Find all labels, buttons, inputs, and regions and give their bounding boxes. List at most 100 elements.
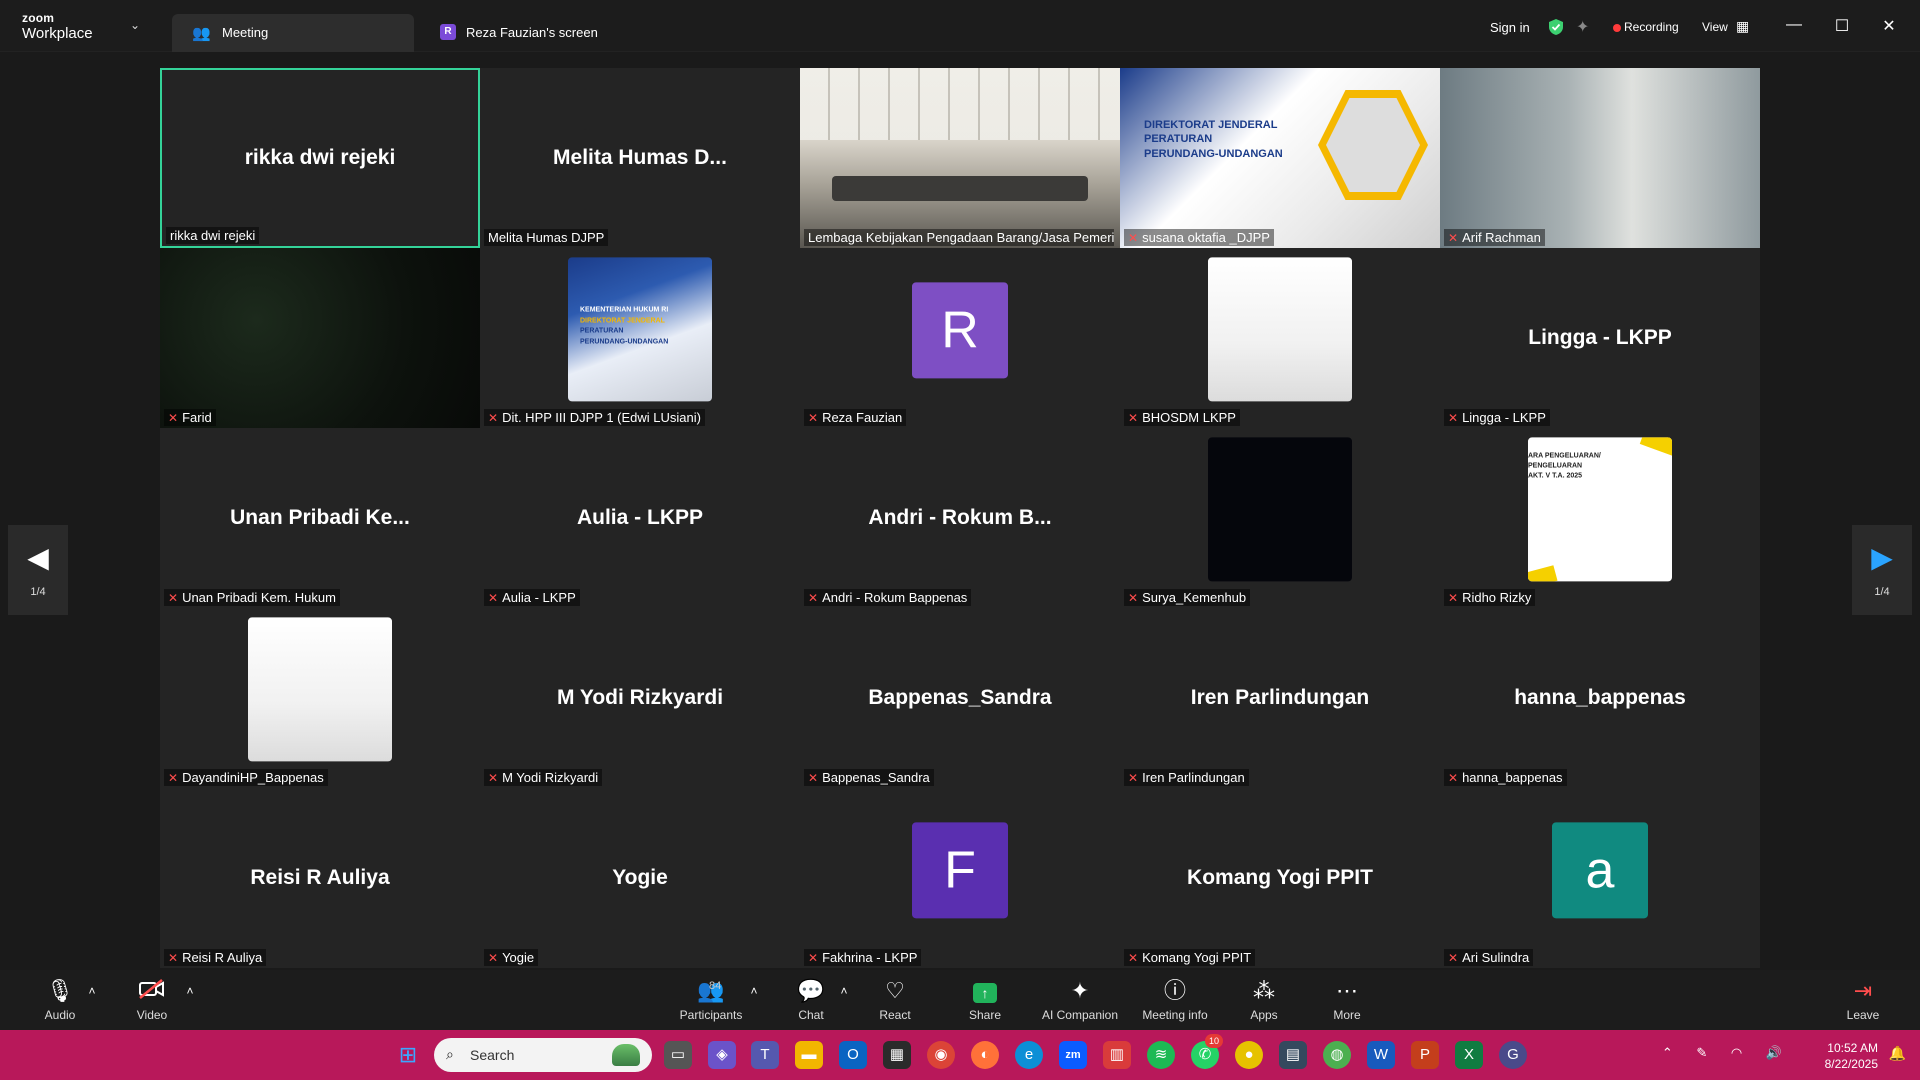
edge-icon[interactable]: e [1015, 1041, 1043, 1069]
participant-tile[interactable]: DIREKTORAT JENDERAL PERATURAN PERUNDANG-UN… [1120, 68, 1440, 248]
chrome-profile-icon[interactable]: ◍ [1323, 1041, 1351, 1069]
copilot-icon[interactable]: ◈ [708, 1041, 736, 1069]
participant-tile[interactable]: hanna_bappenas ✕ hanna_bappenas [1440, 608, 1760, 788]
word-icon[interactable]: W [1367, 1041, 1395, 1069]
app-icon[interactable]: G [1499, 1041, 1527, 1069]
excel-icon[interactable]: X [1455, 1041, 1483, 1069]
video-feed [1440, 68, 1760, 248]
close-icon[interactable]: ✕ [1879, 16, 1899, 36]
sparkle-icon[interactable]: ✦ [1576, 17, 1589, 37]
shield-check-icon[interactable] [1548, 18, 1564, 36]
recording-indicator[interactable]: Recording [1624, 20, 1679, 34]
mic-muted-icon: ✕ [168, 770, 179, 785]
outlook-icon[interactable]: O [839, 1041, 867, 1069]
info-icon: ⓘ [1163, 978, 1186, 1003]
participant-tile[interactable]: Andri - Rokum B... ✕ Andri - Rokum Bappena… [800, 428, 1120, 608]
clock[interactable]: 10:52 AM 8/22/2025 [1825, 1040, 1878, 1072]
participant-tile[interactable]: Unan Pribadi Ke... ✕ Unan Pribadi Kem. Huk… [160, 428, 480, 608]
remote-desktop-icon[interactable]: ▤ [1279, 1041, 1307, 1069]
windows-start-icon[interactable]: ⊞ [394, 1041, 422, 1069]
participant-tile[interactable]: Melita Humas D... Melita Humas DJPP [480, 68, 800, 248]
share-button[interactable]: ↑ Share [945, 978, 1025, 1022]
participant-display-name: Komang Yogi PPIT [1187, 866, 1373, 889]
participant-name: hanna_bappenas [1462, 770, 1563, 785]
participant-tile[interactable]: ARA PENGELUARAN/PENGELUARAN AKT. V T.A. 2… [1440, 428, 1760, 608]
microsoft-store-icon[interactable]: ▦ [883, 1041, 911, 1069]
react-label: React [879, 1008, 911, 1022]
maximize-icon[interactable]: ☐ [1832, 16, 1852, 36]
video-feed [160, 248, 480, 428]
previous-page-button[interactable]: ◀ 1/4 [8, 525, 68, 615]
tab-meeting[interactable]: 👥 Meeting [172, 14, 414, 52]
participant-tile[interactable]: Bappenas_Sandra ✕ Bappenas_Sandra [800, 608, 1120, 788]
leave-button[interactable]: ⇥ Leave [1823, 978, 1903, 1022]
apps-button[interactable]: ⁂ Apps [1224, 978, 1304, 1022]
participant-tile[interactable]: KEMENTERIAN HUKUM RI DIREKTORAT JENDERAL P… [480, 248, 800, 428]
avatar: R [912, 282, 1008, 379]
clock-time: 10:52 AM [1827, 1041, 1878, 1055]
mic-muted-icon: ✕ [1448, 590, 1459, 605]
system-tray[interactable]: ⌃ ✎ ◠ 🔊 [1662, 1045, 1792, 1061]
mic-muted-icon: ✕ [1128, 230, 1139, 245]
minimize-icon[interactable]: — [1784, 16, 1804, 34]
participant-tile[interactable]: M Yodi Rizkyardi ✕ M Yodi Rizkyardi [480, 608, 800, 788]
participant-tile[interactable]: Yogie ✕ Yogie [480, 788, 800, 968]
next-page-button[interactable]: ▶ 1/4 [1852, 525, 1912, 615]
mic-muted-icon: ✕ [1128, 590, 1139, 605]
participant-tile[interactable]: R ✕ Reza Fauzian [800, 248, 1120, 428]
avatar: a [1552, 822, 1648, 919]
norton-icon[interactable]: ● [1235, 1041, 1263, 1069]
participant-name-label: ✕ Aulia - LKPP [484, 589, 580, 606]
mic-muted-icon: ✕ [488, 410, 499, 425]
video-options-caret[interactable]: ˄ [170, 978, 210, 1004]
search-placeholder: Search [470, 1047, 515, 1063]
chevron-down-icon[interactable]: ⌄ [130, 18, 140, 32]
participant-tile[interactable]: ✕ BHOSDM LKPP [1120, 248, 1440, 428]
participant-tile[interactable]: ✕ Farid [160, 248, 480, 428]
powerpoint-icon[interactable]: P [1411, 1041, 1439, 1069]
participant-name-label: Lembaga Kebijakan Pengadaan Barang/Jasa … [804, 229, 1114, 246]
sign-in-button[interactable]: Sign in [1490, 20, 1530, 35]
participant-name-label: ✕ Andri - Rokum Bappenas [804, 589, 972, 606]
zoom-workplace-menu[interactable]: zoom Workplace [22, 12, 93, 41]
popcorn-icon[interactable]: ▥ [1103, 1041, 1131, 1069]
participant-name-label: ✕ M Yodi Rizkyardi [484, 769, 603, 786]
participant-tile[interactable]: Komang Yogi PPIT ✕ Komang Yogi PPIT [1120, 788, 1440, 968]
firefox-icon[interactable]: ◐ [971, 1041, 999, 1069]
participant-tile[interactable]: a ✕ Ari Sulindra [1440, 788, 1760, 968]
react-button[interactable]: ♡ React [855, 978, 935, 1022]
participant-name: Andri - Rokum Bappenas [822, 590, 968, 605]
audio-options-caret[interactable]: ˄ [72, 978, 112, 1004]
meeting-info-button[interactable]: ⓘ Meeting info [1135, 978, 1215, 1022]
ai-sparkle-icon: ✦ [1070, 978, 1090, 1003]
teams-icon[interactable]: T [751, 1041, 779, 1069]
participant-tile[interactable]: ✕ Arif Rachman [1440, 68, 1760, 248]
participant-tile[interactable]: ✕ DayandiniHP_Bappenas [160, 608, 480, 788]
participant-name-label: ✕ Farid [164, 409, 216, 426]
chrome-icon[interactable]: ◉ [927, 1041, 955, 1069]
ai-companion-button[interactable]: ✦ AI Companion [1030, 978, 1130, 1022]
participants-options-caret[interactable]: ˄ [734, 978, 774, 1004]
participant-name-label: ✕ DayandiniHP_Bappenas [164, 769, 328, 786]
recording-dot-icon [1613, 24, 1621, 32]
zoom-taskbar-icon[interactable]: zm [1059, 1041, 1087, 1069]
taskbar-search[interactable]: ⌕ Search [434, 1038, 652, 1072]
view-button[interactable]: View [1702, 20, 1728, 34]
file-explorer-icon[interactable]: ▬ [795, 1041, 823, 1069]
task-view-icon[interactable]: ▭ [664, 1041, 692, 1069]
participant-tile[interactable]: ✕ Surya_Kemenhub [1120, 428, 1440, 608]
participant-tile[interactable]: Lingga - LKPP ✕ Lingga - LKPP [1440, 248, 1760, 428]
participant-tile[interactable]: Aulia - LKPP ✕ Aulia - LKPP [480, 428, 800, 608]
tab-meeting-label: Meeting [222, 25, 269, 40]
spotify-icon[interactable]: ≋ [1147, 1041, 1175, 1069]
participant-tile[interactable]: Iren Parlindungan ✕ Iren Parlindungan [1120, 608, 1440, 788]
notification-bell-icon[interactable]: 🔔 [1889, 1045, 1906, 1062]
participant-tile[interactable]: rikka dwi rejeki rikka dwi rejeki [160, 68, 480, 248]
participant-display-name: M Yodi Rizkyardi [556, 686, 724, 709]
participant-tile[interactable]: Lembaga Kebijakan Pengadaan Barang/Jasa … [800, 68, 1120, 248]
more-button[interactable]: ⋯ More [1307, 978, 1387, 1022]
grid-view-icon[interactable]: ▦ [1736, 18, 1749, 35]
participant-tile[interactable]: Reisi R Auliya ✕ Reisi R Auliya [160, 788, 480, 968]
whatsapp-badge: 10 [1205, 1034, 1223, 1048]
participant-tile[interactable]: F ✕ Fakhrina - LKPP [800, 788, 1120, 968]
